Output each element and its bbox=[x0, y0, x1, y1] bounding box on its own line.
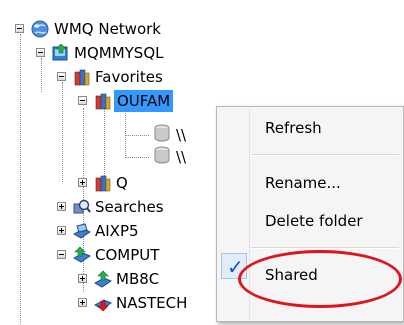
queue-manager-icon bbox=[52, 44, 68, 61]
expand-toggle[interactable] bbox=[57, 226, 66, 235]
expand-toggle[interactable] bbox=[78, 298, 87, 307]
tree-node-label: \\ bbox=[176, 126, 187, 144]
expand-toggle[interactable] bbox=[57, 202, 66, 211]
arrow-down-icon bbox=[94, 299, 112, 312]
collapse-toggle[interactable] bbox=[15, 24, 24, 33]
tree-node-label: Q bbox=[116, 174, 128, 192]
tree-node-aixp5[interactable]: AIXP5 bbox=[0, 220, 200, 242]
computer-icon bbox=[73, 223, 91, 239]
tree-node-label: AIXP5 bbox=[95, 222, 139, 240]
tree-node-wmq-network[interactable]: WMQ Network bbox=[0, 18, 200, 40]
globe-icon bbox=[31, 20, 49, 38]
cylinder-icon bbox=[154, 146, 170, 164]
menu-item-rename[interactable]: Rename... bbox=[217, 172, 403, 194]
tree-node-folder[interactable]: OUFAM bbox=[0, 90, 240, 112]
tree-node-label: Favorites bbox=[95, 68, 163, 86]
books-icon bbox=[74, 69, 90, 86]
tree-node-label: COMPUT bbox=[95, 246, 160, 264]
menu-item-label: Shared bbox=[265, 266, 318, 284]
tree-node-queue[interactable]: \\ bbox=[0, 124, 216, 146]
tree-node-label: MQMMYSQL bbox=[74, 44, 164, 62]
cylinder-icon bbox=[154, 124, 170, 142]
collapse-toggle[interactable] bbox=[78, 96, 87, 105]
tree-node-nastech[interactable]: NASTECH bbox=[0, 292, 216, 314]
menu-item-refresh[interactable]: Refresh bbox=[217, 117, 403, 139]
menu-separator bbox=[251, 247, 399, 249]
books-icon bbox=[95, 175, 111, 192]
tree-node-label: NASTECH bbox=[116, 294, 188, 312]
tree-node-queue-manager[interactable]: MQMMYSQL bbox=[0, 42, 200, 64]
menu-item-delete-folder[interactable]: Delete folder bbox=[217, 210, 403, 232]
expand-toggle[interactable] bbox=[78, 178, 87, 187]
menu-item-label: Delete folder bbox=[265, 212, 363, 230]
menu-separator bbox=[251, 154, 399, 156]
tree-node-label: MB8C bbox=[116, 270, 160, 288]
tree-node-queue[interactable]: \\ bbox=[0, 146, 216, 168]
collapse-toggle[interactable] bbox=[36, 48, 45, 57]
menu-item-shared[interactable]: Shared bbox=[217, 264, 403, 286]
expand-toggle[interactable] bbox=[78, 274, 87, 283]
tree-node-searches[interactable]: Searches bbox=[0, 196, 216, 218]
collapse-toggle[interactable] bbox=[57, 250, 66, 259]
tree-node-mb8[interactable]: MB8C bbox=[0, 268, 216, 290]
tree-node-computer[interactable]: COMPUT bbox=[0, 244, 216, 266]
arrow-up-icon bbox=[94, 270, 112, 288]
search-icon bbox=[73, 199, 91, 214]
tree-node-label-selected: OUFAM bbox=[114, 90, 174, 112]
tree-node-label: WMQ Network bbox=[54, 20, 161, 38]
tree-node-label: \\ bbox=[176, 148, 187, 166]
tree-node-q[interactable]: Q bbox=[0, 172, 140, 194]
tree-node-label: Searches bbox=[95, 198, 164, 216]
menu-item-label: Rename... bbox=[265, 174, 341, 192]
menu-item-label: Refresh bbox=[265, 119, 322, 137]
collapse-toggle[interactable] bbox=[57, 72, 66, 81]
books-icon bbox=[95, 93, 111, 110]
tree-node-favorites[interactable]: Favorites bbox=[0, 66, 200, 88]
computer-icon bbox=[73, 246, 91, 263]
context-menu: Refresh Rename... Delete folder ✓ Shared bbox=[216, 106, 404, 322]
